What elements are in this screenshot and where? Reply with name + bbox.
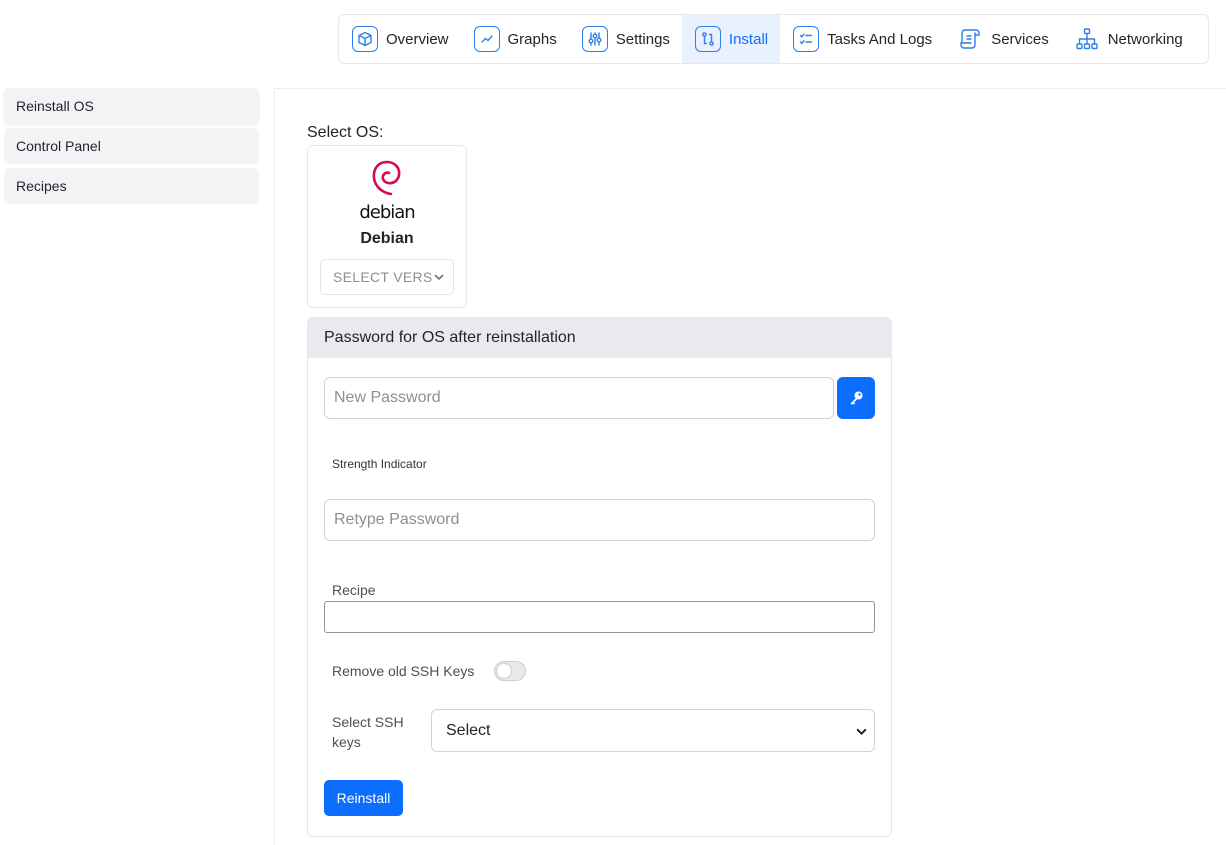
sliders-icon (581, 26, 608, 52)
select-os-label: Select OS: (307, 124, 384, 141)
ssh-keys-select-value: Select (446, 721, 491, 739)
sidebar-item-control-panel[interactable]: Control Panel (4, 128, 259, 164)
tab-networking[interactable]: Networking (1061, 15, 1195, 63)
version-select[interactable]: SELECT VERS (320, 259, 454, 295)
recipe-label: Recipe (332, 582, 376, 598)
tab-graphs-label: Graphs (507, 30, 557, 48)
chart-line-icon (473, 26, 500, 52)
git-compare-icon (694, 26, 721, 52)
strength-indicator: Strength Indicator (332, 457, 427, 471)
sidebar-item-recipes[interactable]: Recipes (4, 168, 259, 204)
chevron-down-icon (434, 274, 444, 281)
select-ssh-keys-label: Select SSH keys (332, 714, 404, 750)
scroll-icon (957, 26, 983, 52)
sidebar: Reinstall OS Control Panel Recipes (4, 88, 259, 208)
top-nav: Overview Graphs Settings Install Tasks A… (338, 14, 1209, 64)
debian-logo-wordmark: debian (359, 202, 415, 223)
password-panel-title: Password for OS after reinstallation (308, 318, 891, 358)
tab-services-label: Services (991, 30, 1049, 48)
tab-overview[interactable]: Overview (339, 15, 461, 63)
recipe-input[interactable] (324, 601, 875, 633)
ssh-keys-select[interactable]: Select (431, 709, 875, 752)
generate-password-button[interactable] (837, 377, 875, 419)
tab-tasks-and-logs-label: Tasks And Logs (827, 30, 933, 48)
tab-settings-label: Settings (615, 30, 670, 48)
remove-ssh-keys-label: Remove old SSH Keys (332, 663, 475, 679)
key-icon (850, 391, 863, 405)
new-password-input[interactable] (324, 377, 834, 419)
tab-install[interactable]: Install (681, 15, 781, 63)
version-select-placeholder: SELECT VERS (333, 269, 433, 285)
tab-install-label: Install (728, 30, 769, 48)
debian-swirl-icon (308, 158, 466, 203)
tab-settings[interactable]: Settings (569, 15, 682, 63)
toggle-knob (497, 664, 511, 678)
reinstall-button[interactable]: Reinstall (324, 780, 403, 816)
network-icon (1074, 26, 1100, 52)
retype-password-input[interactable] (324, 499, 875, 541)
sidebar-item-reinstall-os[interactable]: Reinstall OS (4, 88, 259, 124)
tab-overview-label: Overview (386, 30, 449, 48)
password-panel: Password for OS after reinstallation Str… (307, 317, 892, 837)
os-card-debian[interactable]: debian Debian SELECT VERS (307, 145, 467, 308)
remove-ssh-keys-toggle[interactable] (494, 661, 526, 681)
tab-graphs[interactable]: Graphs (461, 15, 569, 63)
cube-icon (352, 26, 378, 52)
tab-services[interactable]: Services (944, 15, 1061, 63)
os-name: Debian (360, 230, 414, 247)
checklist-icon (793, 26, 820, 52)
tab-networking-label: Networking (1107, 30, 1183, 48)
chevron-down-icon (856, 728, 867, 736)
tab-tasks-and-logs[interactable]: Tasks And Logs (780, 15, 944, 63)
